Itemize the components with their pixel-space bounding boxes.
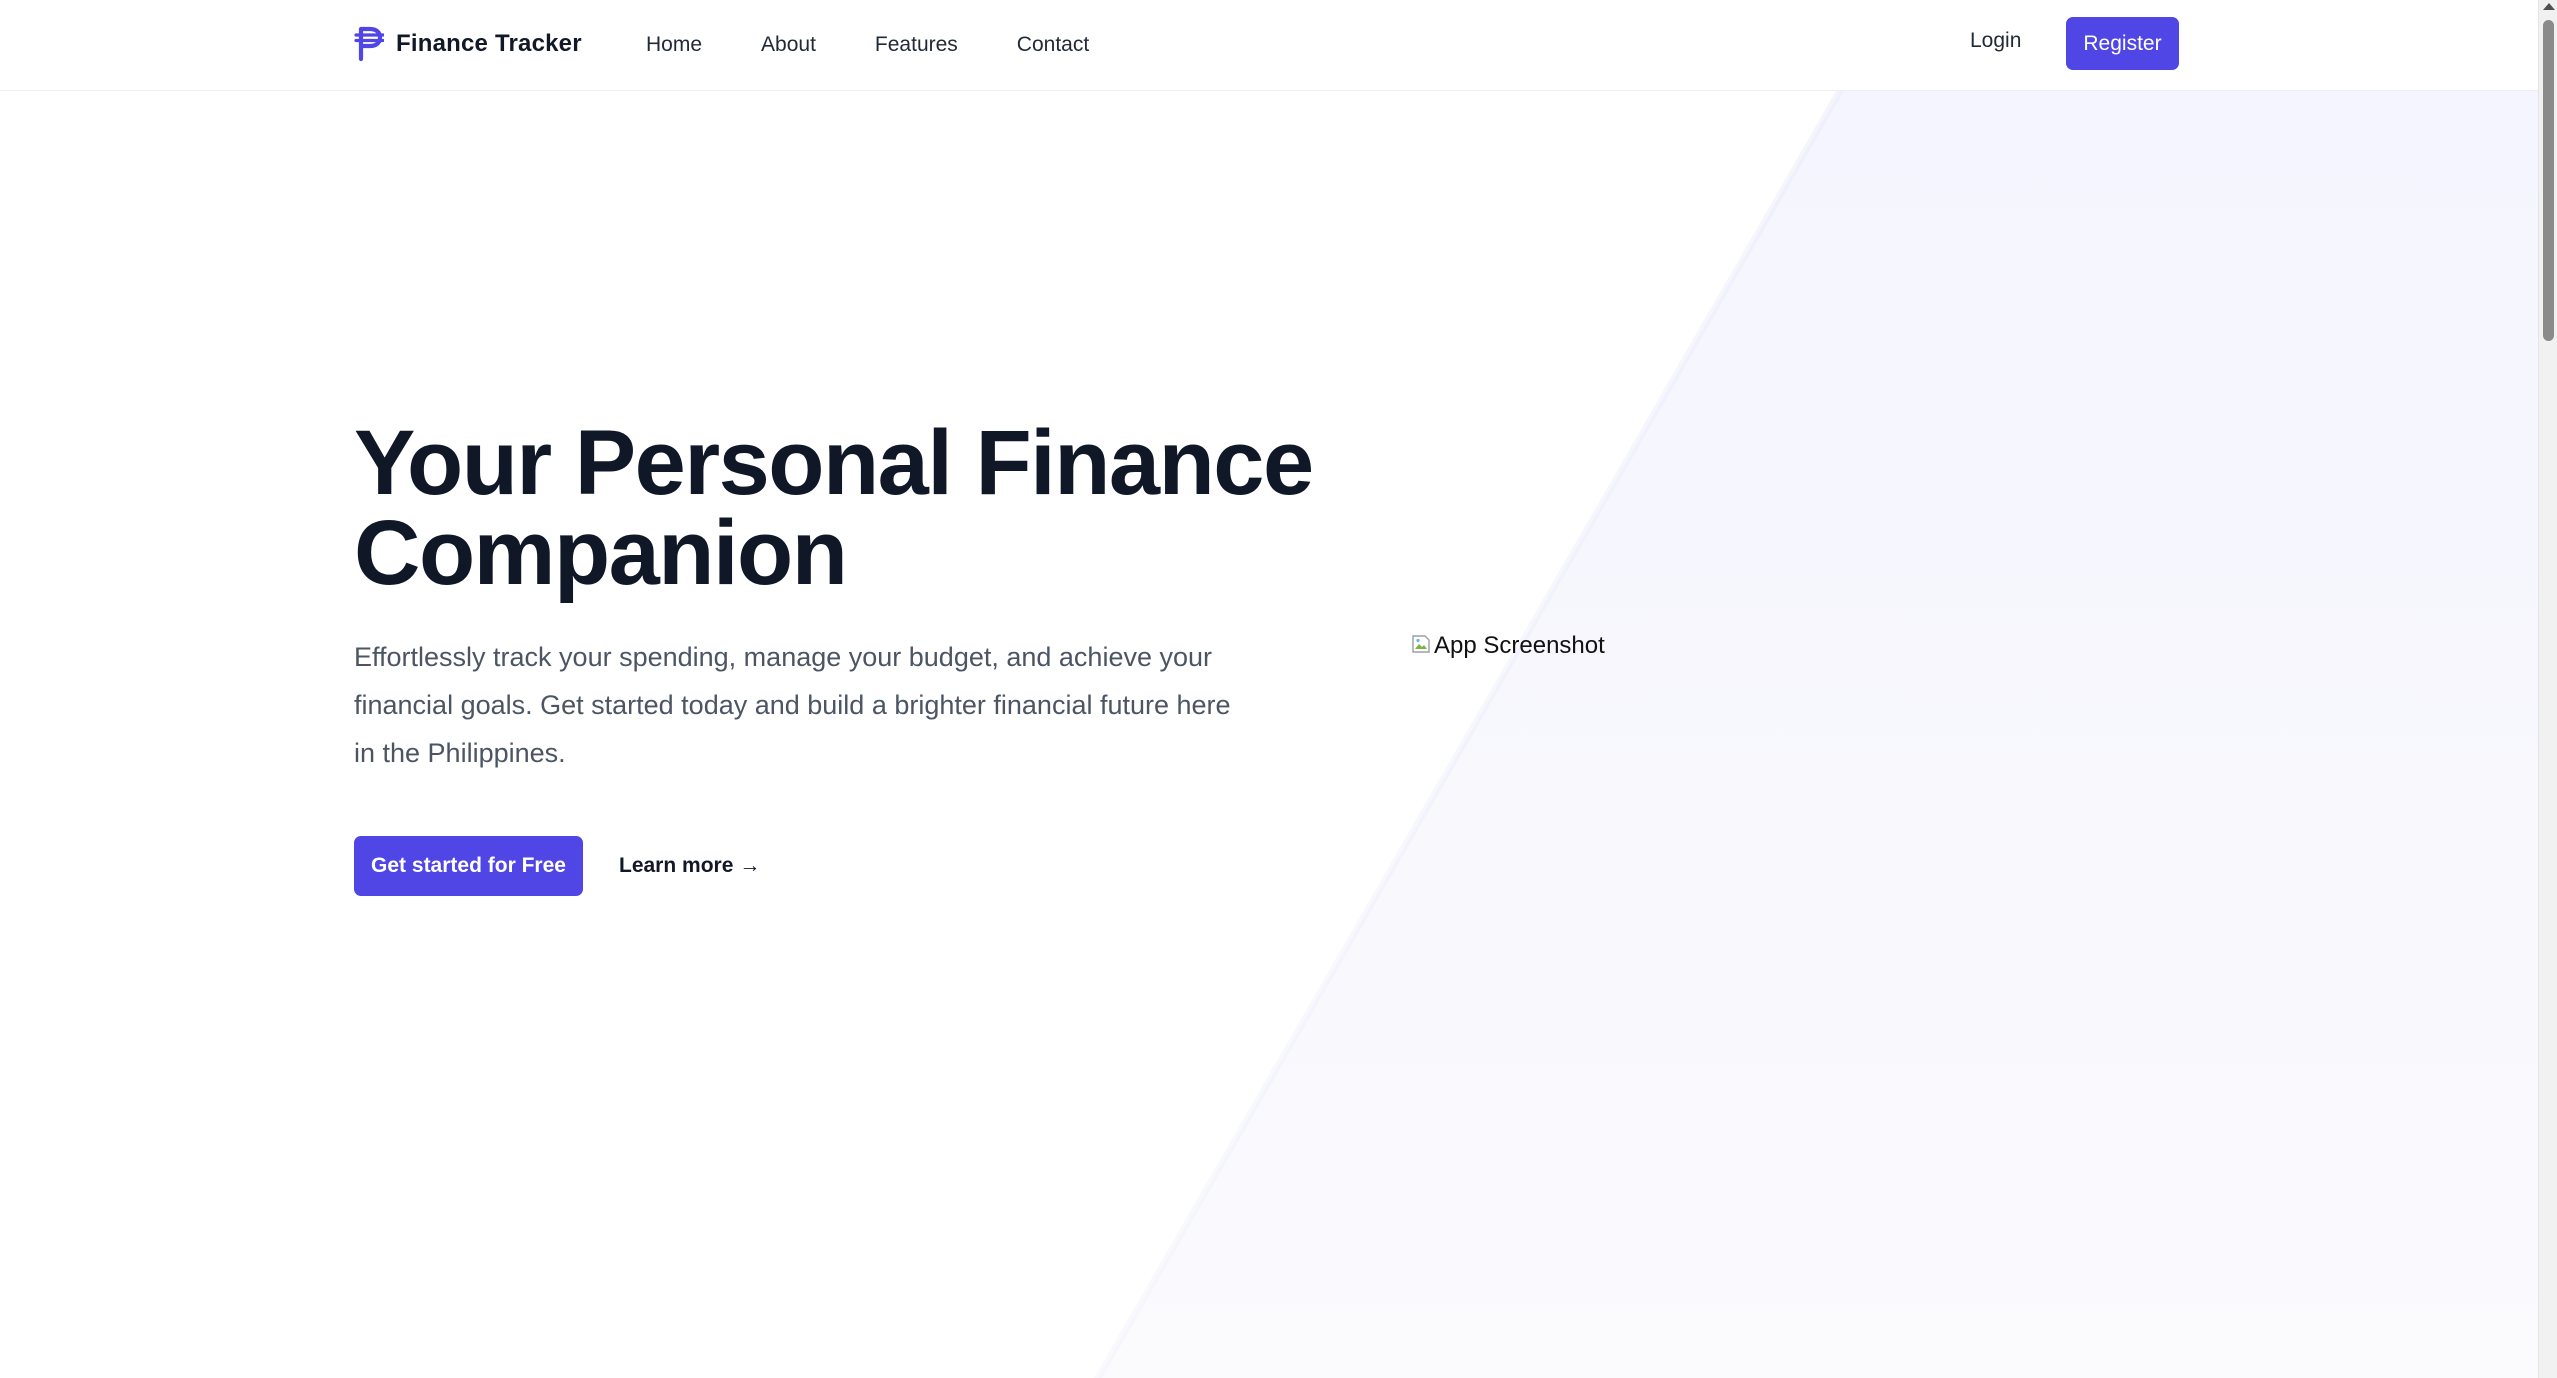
app-screenshot-alt-text: App Screenshot [1434,632,1605,659]
scroll-up-arrow-icon[interactable] [2543,3,2555,10]
nav-link-about[interactable]: About [761,33,816,57]
brand-logo-link[interactable]: Finance Tracker [354,22,582,66]
scrollbar-thumb[interactable] [2543,20,2554,341]
get-started-button[interactable]: Get started for Free [354,836,583,896]
nav-link-features[interactable]: Features [875,33,958,57]
broken-image-icon [1412,635,1430,653]
learn-more-label: Learn more [619,854,734,877]
login-link[interactable]: Login [1970,29,2021,53]
main-nav: Home About Features Contact [646,28,1148,62]
brand-name: Finance Tracker [396,30,582,57]
arrow-right-icon: → [739,854,761,877]
top-navbar: Finance Tracker Home About Features Cont… [0,0,2538,91]
peso-sign-icon [354,26,384,62]
app-screenshot-image: App Screenshot [1410,632,1605,660]
hero-description: Effortlessly track your spending, manage… [354,642,1231,768]
nav-link-home[interactable]: Home [646,33,702,57]
hero-cta-group: Get started for Free Learn more → [354,836,760,896]
landing-page: Finance Tracker Home About Features Cont… [0,0,2557,1378]
register-button[interactable]: Register [2066,17,2179,70]
page-scrollbar[interactable] [2538,0,2557,1378]
nav-link-contact[interactable]: Contact [1017,33,1089,57]
learn-more-link[interactable]: Learn more → [619,854,760,878]
hero-title: Your Personal Finance Companion [354,412,1314,604]
